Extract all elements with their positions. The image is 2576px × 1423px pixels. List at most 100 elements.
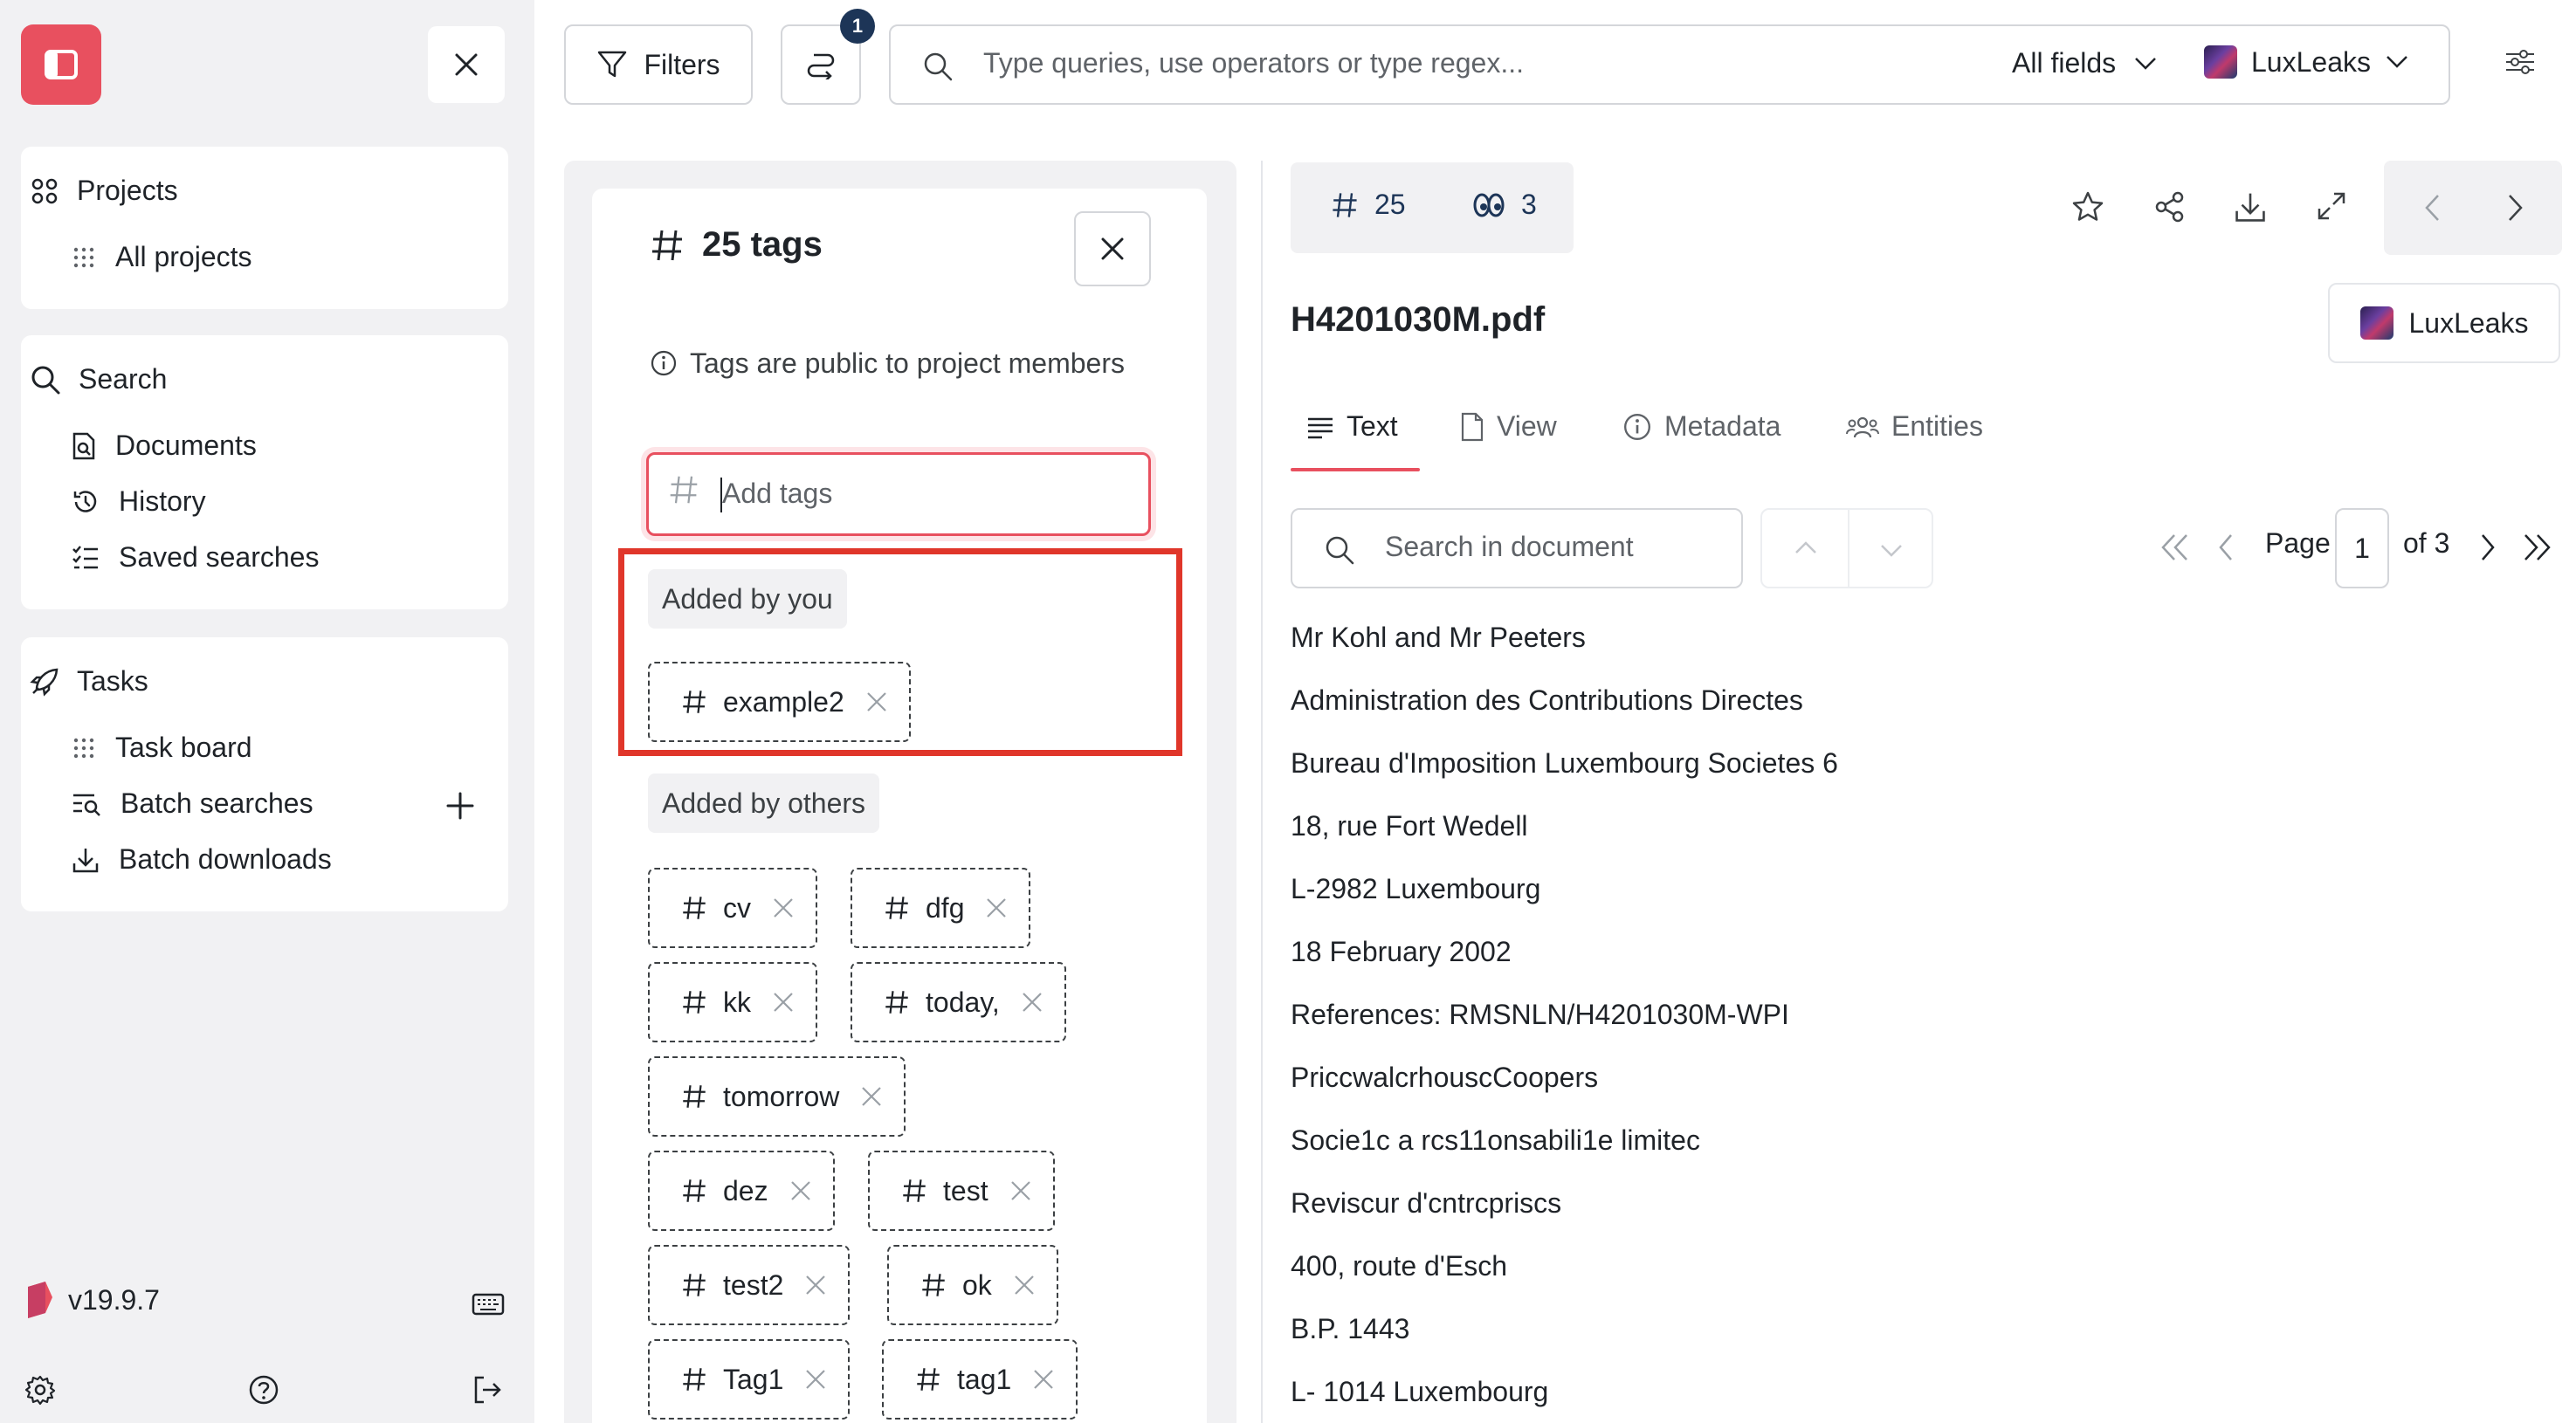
close-sidebar-button[interactable] — [428, 26, 505, 103]
document-project-chip[interactable]: LuxLeaks — [2328, 283, 2560, 363]
previous-document-button[interactable] — [2422, 192, 2442, 223]
tag-chip[interactable]: dez — [648, 1151, 835, 1231]
sidebar-item-batch-downloads[interactable]: Batch downloads — [72, 843, 332, 876]
tag-chip[interactable]: tag1 — [882, 1339, 1078, 1420]
document-text-line: 18, rue Fort Wedell — [1291, 810, 1528, 842]
search-icon — [1326, 536, 1354, 565]
search-settings-button[interactable] — [2504, 47, 2536, 77]
tasks-heading[interactable]: Tasks — [30, 665, 148, 698]
sidebar-item-documents[interactable]: Documents — [72, 430, 257, 462]
filter-icon — [598, 51, 627, 78]
remove-tag-icon[interactable] — [985, 897, 1008, 919]
hashtag-icon — [885, 991, 908, 1014]
remove-tag-button[interactable] — [772, 897, 795, 919]
remove-tag-icon[interactable] — [789, 1179, 812, 1202]
page-label: Page — [2265, 527, 2331, 559]
help-button[interactable] — [248, 1374, 279, 1406]
remove-tag-icon[interactable] — [804, 1368, 827, 1391]
sidebar-item-all-projects[interactable]: All projects — [72, 241, 252, 273]
projects-heading[interactable]: Projects — [30, 175, 178, 207]
search-heading[interactable]: Search — [30, 363, 167, 395]
remove-tag-button[interactable] — [985, 897, 1008, 919]
previous-result-button[interactable] — [1794, 540, 1818, 555]
hashtag-icon — [683, 1179, 706, 1202]
document-text-line: 400, route d'Esch — [1291, 1250, 1508, 1282]
remove-tag-icon[interactable] — [1013, 1274, 1036, 1296]
sidebar-item-task-board[interactable]: Task board — [72, 732, 252, 764]
expand-document-button[interactable] — [2316, 190, 2347, 222]
tag-chip[interactable]: kk — [648, 962, 817, 1042]
tab-view[interactable]: View — [1460, 410, 1557, 443]
remove-tag-icon[interactable] — [860, 1085, 883, 1108]
settings-button[interactable] — [24, 1374, 56, 1406]
page-number-input[interactable]: 1 — [2335, 508, 2389, 588]
remove-tag-button[interactable] — [772, 991, 795, 1014]
sidebar-item-batch-searches[interactable]: Batch searches — [72, 787, 313, 820]
remove-tag-icon[interactable] — [772, 991, 795, 1014]
active-tab-indicator — [1291, 468, 1420, 471]
history-icon — [73, 490, 97, 512]
tag-chip[interactable]: test — [868, 1151, 1055, 1231]
remove-tag-button[interactable] — [1021, 991, 1043, 1014]
keyboard-shortcuts-button[interactable] — [472, 1292, 505, 1316]
remove-tag-icon[interactable] — [804, 1274, 827, 1296]
tag-chip[interactable]: tomorrow — [648, 1056, 906, 1137]
search-bar[interactable]: Type queries, use operators or type rege… — [889, 24, 2450, 105]
remove-tag-icon[interactable] — [1021, 991, 1043, 1014]
remove-tag-icon[interactable] — [1032, 1368, 1055, 1391]
tab-metadata[interactable]: Metadata — [1622, 410, 1780, 443]
star-document-button[interactable] — [2071, 190, 2104, 223]
sidebar-toggle-button[interactable] — [21, 24, 101, 105]
remove-tag-button[interactable] — [1009, 1179, 1032, 1202]
tab-entities[interactable]: Entities — [1846, 410, 1983, 443]
previous-page-button[interactable] — [2216, 533, 2235, 562]
document-search-input[interactable]: Search in document — [1385, 531, 1634, 563]
gear-icon — [24, 1375, 56, 1406]
remove-tag-button[interactable] — [804, 1368, 827, 1391]
remove-tag-button[interactable] — [1013, 1274, 1036, 1296]
tag-chip[interactable]: dfg — [851, 868, 1031, 948]
project-select[interactable]: LuxLeaks — [2204, 45, 2409, 79]
tag-chip[interactable]: Tag1 — [648, 1339, 851, 1420]
document-text-line: PriccwalcrhouscCoopers — [1291, 1062, 1599, 1093]
logout-icon — [474, 1376, 501, 1404]
last-page-button[interactable] — [2522, 533, 2553, 562]
text-lines-icon — [1308, 417, 1333, 438]
tag-chip[interactable]: ok — [887, 1245, 1058, 1325]
search-result-nav — [1760, 508, 1933, 588]
remove-tag-button[interactable] — [1032, 1368, 1055, 1391]
remove-tag-icon[interactable] — [1009, 1179, 1032, 1202]
tag-chip[interactable]: cv — [648, 868, 817, 948]
next-document-button[interactable] — [2506, 192, 2525, 223]
add-tags-placeholder: Add tags — [722, 478, 833, 509]
next-result-button[interactable] — [1879, 543, 1904, 559]
tab-text[interactable]: Text — [1306, 410, 1398, 443]
hashtag-icon — [683, 1368, 706, 1391]
add-tags-input[interactable]: Add tags — [646, 452, 1151, 536]
share-document-button[interactable] — [2153, 190, 2187, 223]
remove-tag-button[interactable] — [804, 1274, 827, 1296]
first-page-button[interactable] — [2159, 533, 2190, 562]
document-search[interactable]: Search in document — [1291, 508, 1743, 588]
filters-button[interactable]: Filters — [564, 24, 753, 105]
tags-count-button[interactable]: 25 — [1331, 189, 1406, 221]
tag-chip[interactable]: today, — [851, 962, 1066, 1042]
sidebar-item-history[interactable]: History — [72, 485, 206, 518]
remove-tag-button[interactable] — [860, 1085, 883, 1108]
next-page-button[interactable] — [2478, 533, 2497, 562]
hashtag-icon — [903, 1179, 926, 1202]
search-input[interactable]: Type queries, use operators or type rege… — [983, 47, 1524, 79]
logout-button[interactable] — [472, 1374, 503, 1406]
remove-tag-button[interactable] — [789, 1179, 812, 1202]
sidebar: Projects All projects Search Documents H… — [0, 0, 534, 1423]
recommended-count-button[interactable]: 3 — [1472, 189, 1537, 221]
close-tags-panel-button[interactable] — [1074, 211, 1151, 286]
sidebar-item-label: Documents — [115, 430, 257, 461]
add-batch-search-button[interactable] — [445, 791, 475, 821]
field-select[interactable]: All fields — [2012, 47, 2158, 79]
tag-chip[interactable]: test2 — [648, 1245, 851, 1325]
remove-tag-icon[interactable] — [772, 897, 795, 919]
close-icon — [455, 53, 478, 76]
download-document-button[interactable] — [2234, 190, 2267, 223]
sidebar-item-saved-searches[interactable]: Saved searches — [72, 541, 319, 574]
